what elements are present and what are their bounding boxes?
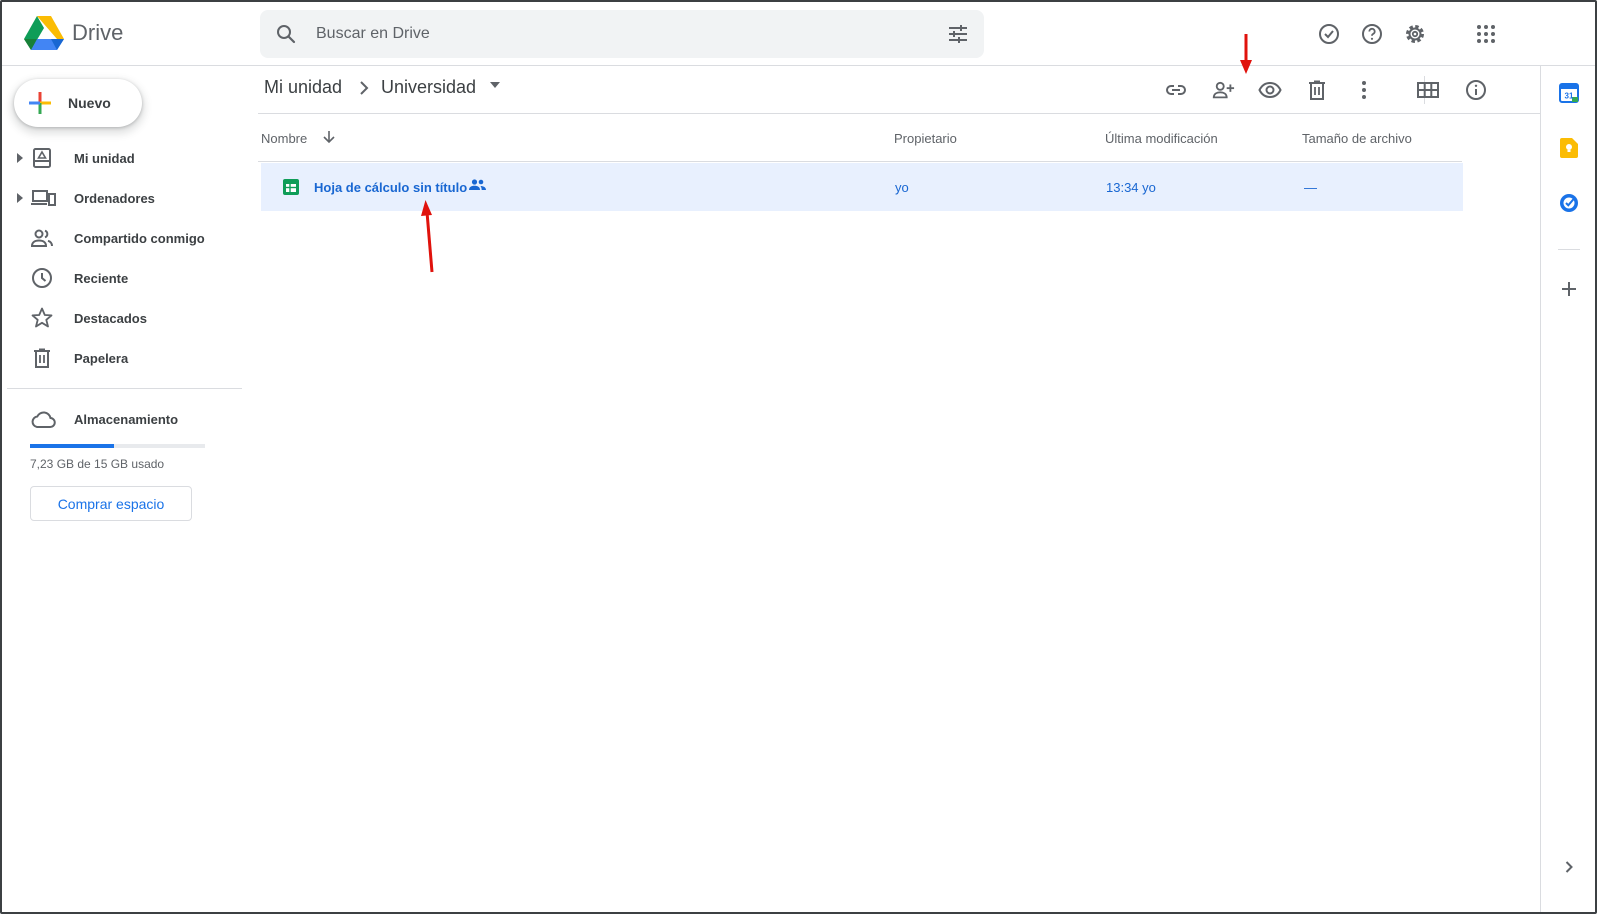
search-input[interactable] — [316, 10, 916, 58]
column-header-modified[interactable]: Última modificación — [1105, 131, 1218, 146]
cloud-icon — [30, 408, 56, 432]
storage-progress-fill — [30, 444, 115, 448]
grid-view-icon[interactable] — [1416, 78, 1440, 102]
top-bar: Drive — [2, 2, 1595, 66]
more-icon[interactable] — [1352, 78, 1376, 102]
file-name[interactable]: Hoja de cálculo sin título — [314, 180, 467, 195]
annotation-arrow-share — [1240, 34, 1252, 74]
calendar-icon[interactable]: 31 — [1558, 82, 1580, 104]
file-modified: 13:34 yo — [1106, 180, 1156, 195]
sidebar-item-label: Papelera — [74, 350, 129, 366]
sidebar-item-label: Reciente — [74, 270, 129, 286]
caret-right-icon[interactable] — [17, 153, 23, 163]
column-header-name[interactable]: Nombre — [261, 131, 307, 146]
spreadsheet-icon — [283, 179, 299, 195]
sidebar-item-label: Mi unidad — [74, 150, 135, 166]
file-owner: yo — [895, 180, 909, 195]
sort-arrow-down-icon[interactable] — [322, 130, 336, 144]
sidebar-item-my-drive[interactable]: Mi unidad — [2, 138, 242, 178]
sidebar-item-starred[interactable]: Destacados — [2, 298, 242, 338]
sidebar-item-shared-with-me[interactable]: Compartido conmigo — [2, 218, 242, 258]
sidebar-item-storage[interactable]: Almacenamiento — [2, 400, 242, 440]
folder-toolbar: Mi unidad Universidad — [258, 66, 1540, 114]
table-row[interactable]: Hoja de cálculo sin título yo 13:34 yo — — [261, 163, 1463, 211]
caret-right-icon[interactable] — [17, 193, 23, 203]
star-icon — [30, 306, 54, 330]
settings-icon[interactable] — [1403, 22, 1427, 46]
search-bar — [260, 10, 984, 58]
sidebar-item-label: Ordenadores — [74, 190, 155, 206]
new-button-label: Nuevo — [68, 95, 111, 111]
plus-icon — [28, 91, 52, 115]
breadcrumb-root[interactable]: Mi unidad — [264, 77, 342, 98]
sidebar-item-recent[interactable]: Reciente — [2, 258, 242, 298]
search-icon[interactable] — [274, 22, 298, 46]
delete-icon[interactable] — [1305, 78, 1329, 102]
sidebar-item-trash[interactable]: Papelera — [2, 338, 242, 378]
sidebar-divider — [7, 388, 242, 389]
breadcrumb-current[interactable]: Universidad — [381, 77, 476, 98]
apps-grid-icon[interactable] — [1474, 22, 1498, 46]
tasks-icon[interactable] — [1558, 192, 1580, 214]
annotation-arrow-file — [421, 200, 434, 273]
sidebar-item-label: Compartido conmigo — [74, 230, 205, 246]
sidebar-nav: Mi unidad Ordenadores Compartido conmigo… — [2, 138, 242, 378]
ready-for-offline-icon[interactable] — [1317, 22, 1341, 46]
my-drive-icon — [30, 146, 54, 170]
storage-progress-bar — [30, 444, 205, 448]
sidebar-item-label: Destacados — [74, 310, 147, 326]
app-title: Drive — [72, 20, 124, 45]
main-content: Mi unidad Universidad Nombre Propietario… — [258, 66, 1540, 912]
file-table-header: Nombre Propietario Última modificación T… — [258, 114, 1462, 162]
expand-icon[interactable] — [1558, 856, 1580, 878]
chevron-down-icon[interactable] — [490, 82, 500, 88]
column-header-size[interactable]: Tamaño de archivo — [1302, 131, 1412, 146]
drive-brand[interactable]: Drive — [24, 15, 123, 51]
shared-with-me-icon — [30, 226, 54, 250]
share-icon[interactable] — [1211, 78, 1235, 102]
side-panel: 31 — [1540, 66, 1595, 912]
file-size: — — [1304, 180, 1317, 195]
trash-icon — [30, 346, 54, 370]
buy-storage-button[interactable]: Comprar espacio — [30, 486, 192, 521]
column-header-owner[interactable]: Propietario — [894, 131, 957, 146]
computers-icon — [30, 186, 56, 210]
clock-icon — [30, 266, 54, 290]
chevron-right-icon — [359, 80, 369, 96]
shared-people-icon — [469, 179, 486, 191]
new-button[interactable]: Nuevo — [14, 79, 142, 127]
preview-icon[interactable] — [1258, 78, 1282, 102]
drive-logo-icon — [24, 15, 64, 51]
link-icon[interactable] — [1164, 78, 1188, 102]
add-icon[interactable] — [1558, 278, 1580, 300]
storage-usage-text: 7,23 GB de 15 GB usado — [30, 457, 165, 471]
svg-text:31: 31 — [1565, 92, 1574, 101]
storage-label: Almacenamiento — [74, 412, 179, 427]
sidebar-item-computers[interactable]: Ordenadores — [2, 178, 242, 218]
help-icon[interactable] — [1360, 22, 1384, 46]
info-icon[interactable] — [1464, 78, 1488, 102]
side-panel-divider — [1558, 249, 1580, 250]
search-options-icon[interactable] — [946, 22, 970, 46]
keep-icon[interactable] — [1558, 137, 1580, 159]
